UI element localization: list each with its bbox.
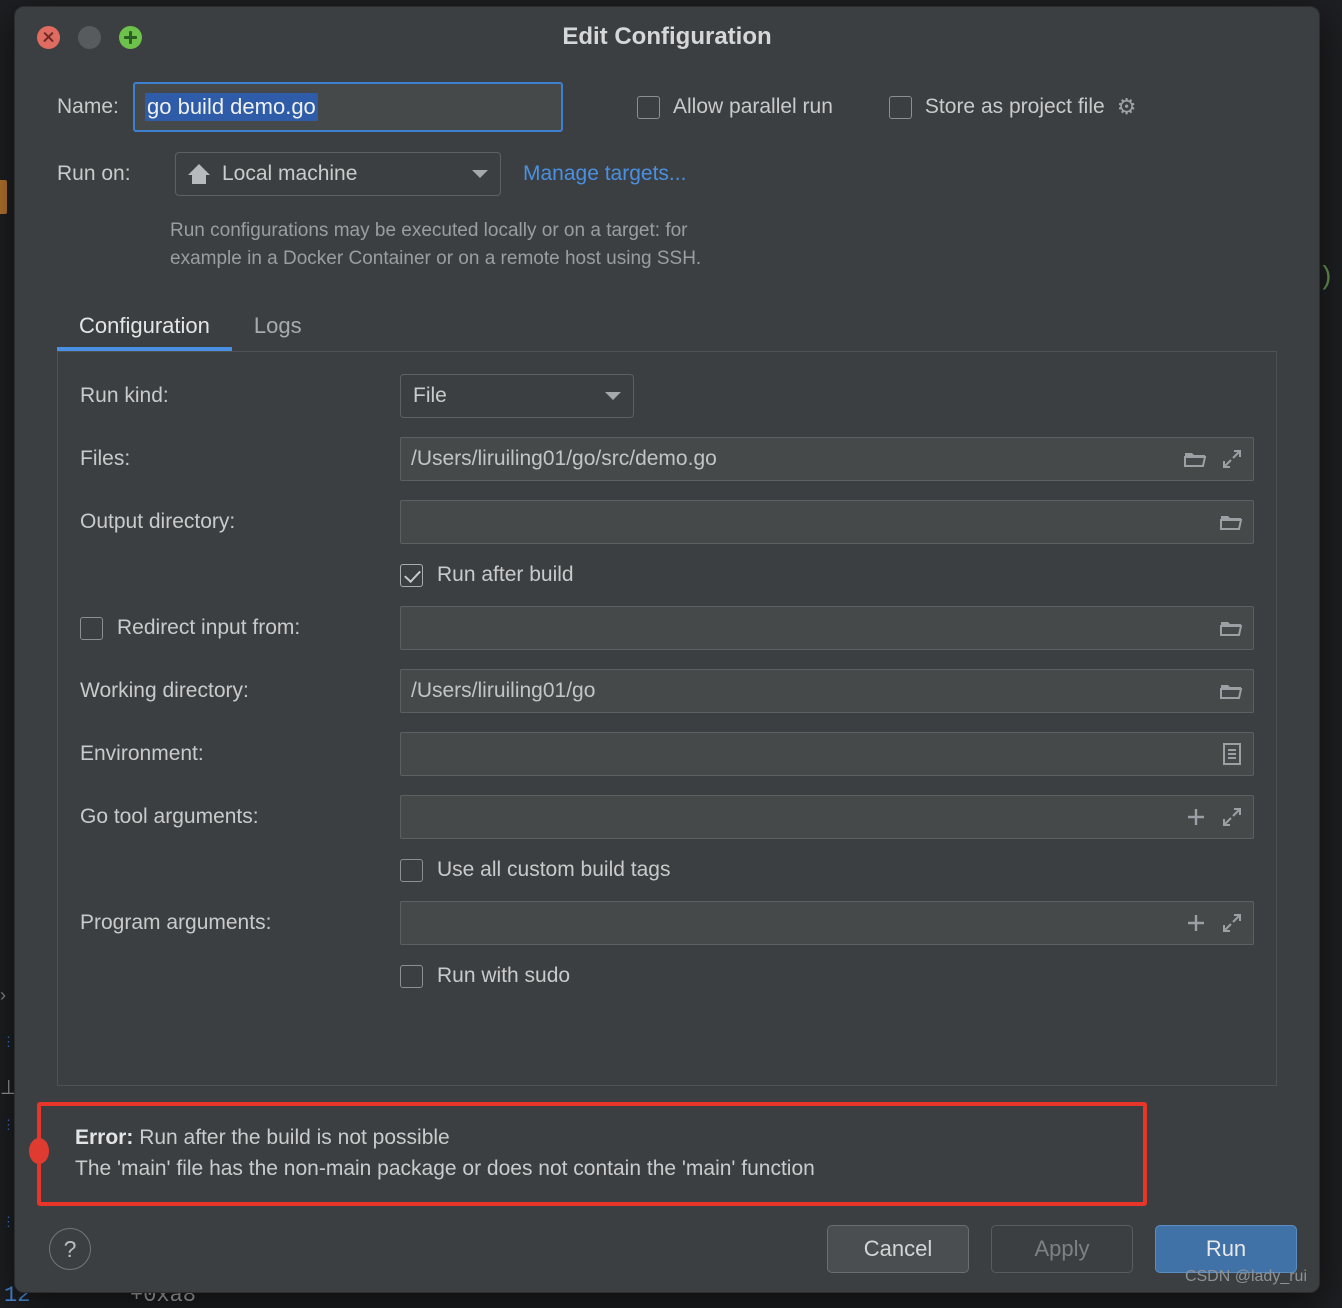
tab-logs[interactable]: Logs [232, 313, 324, 351]
hint-line-2: example in a Docker Container or on a re… [170, 245, 830, 273]
run-on-row: Run on: Local machine Manage targets... [15, 149, 1319, 199]
redirect-input-row: Redirect input from: [80, 606, 1254, 650]
run-kind-value: File [413, 384, 605, 408]
files-value: /Users/liruiling01/go/src/demo.go [411, 447, 1169, 471]
run-with-sudo-row: Run with sudo [80, 964, 1254, 988]
run-after-build-checkbox[interactable]: Run after build [400, 563, 574, 587]
dialog-title: Edit Configuration [15, 23, 1319, 51]
edit-configuration-dialog: Edit Configuration Name: go build demo.g… [14, 6, 1320, 1293]
run-on-label: Run on: [57, 162, 175, 186]
redirect-input-label: Redirect input from: [117, 616, 300, 640]
run-kind-select[interactable]: File [400, 374, 634, 418]
expand-icon[interactable] [1221, 806, 1243, 828]
files-input[interactable]: /Users/liruiling01/go/src/demo.go [400, 437, 1254, 481]
error-line-1: Error: Run after the build is not possib… [75, 1122, 1123, 1153]
checkbox-box [889, 96, 912, 119]
working-directory-input[interactable]: /Users/liruiling01/go [400, 669, 1254, 713]
error-line-2: The 'main' file has the non-main package… [75, 1153, 1123, 1184]
dialog-tabs: Configuration Logs [57, 313, 1319, 351]
error-message-box: Error: Run after the build is not possib… [37, 1102, 1147, 1206]
program-arguments-label: Program arguments: [80, 911, 400, 935]
cancel-button[interactable]: Cancel [827, 1225, 969, 1273]
output-directory-input[interactable] [400, 500, 1254, 544]
name-label: Name: [15, 95, 133, 119]
run-configuration-hint: Run configurations may be executed local… [170, 217, 830, 273]
checkbox-box [80, 617, 103, 640]
files-label: Files: [80, 447, 400, 471]
run-kind-row: Run kind: File [80, 374, 1254, 418]
dialog-footer: ? Cancel Apply Run CSDN @lady_rui [15, 1206, 1319, 1292]
files-row: Files: /Users/liruiling01/go/src/demo.go [80, 437, 1254, 481]
program-arguments-input[interactable] [400, 901, 1254, 945]
error-prefix: Error: [75, 1126, 133, 1149]
output-directory-label: Output directory: [80, 510, 400, 534]
error-area: Error: Run after the build is not possib… [37, 1102, 1297, 1206]
allow-parallel-run-label: Allow parallel run [673, 95, 833, 119]
run-kind-label: Run kind: [80, 384, 400, 408]
chevron-down-icon [605, 392, 621, 400]
gear-icon[interactable]: ⚙ [1117, 94, 1137, 120]
configuration-form-panel: Run kind: File Files: /Users/liruiling01… [57, 352, 1277, 1086]
run-with-sudo-checkbox[interactable]: Run with sudo [400, 964, 570, 988]
checkbox-box [400, 965, 423, 988]
folder-icon[interactable] [1219, 512, 1243, 532]
store-as-project-file-checkbox[interactable]: Store as project file [889, 95, 1105, 119]
folder-icon[interactable] [1219, 618, 1243, 638]
run-with-sudo-label: Run with sudo [437, 964, 570, 988]
run-on-value: Local machine [222, 162, 460, 186]
go-tool-arguments-row: Go tool arguments: [80, 795, 1254, 839]
redirect-input-field[interactable] [400, 606, 1254, 650]
environment-label: Environment: [80, 742, 400, 766]
plus-icon[interactable] [1185, 806, 1207, 828]
run-after-build-row: Run after build [80, 563, 1254, 587]
run-button[interactable]: Run [1155, 1225, 1297, 1273]
environment-row: Environment: [80, 732, 1254, 776]
dialog-header: Name: go build demo.go Allow parallel ru… [15, 65, 1319, 273]
working-directory-row: Working directory: /Users/liruiling01/go [80, 669, 1254, 713]
run-after-build-label: Run after build [437, 563, 574, 587]
watermark: CSDN @lady_rui [1185, 1268, 1307, 1286]
folder-icon[interactable] [1183, 449, 1207, 469]
name-row: Name: go build demo.go Allow parallel ru… [15, 79, 1319, 135]
go-tool-arguments-input[interactable] [400, 795, 1254, 839]
name-input-value: go build demo.go [145, 93, 318, 121]
store-as-project-file-label: Store as project file [925, 95, 1105, 119]
background-collapse-chevron: › [0, 985, 6, 1006]
manage-targets-link[interactable]: Manage targets... [523, 162, 686, 186]
help-button[interactable]: ? [49, 1228, 91, 1270]
tab-configuration[interactable]: Configuration [57, 313, 232, 351]
background-breakpoint-marker [0, 180, 7, 214]
use-all-custom-build-tags-checkbox[interactable]: Use all custom build tags [400, 858, 670, 882]
checkbox-box [400, 564, 423, 587]
checkbox-box [400, 859, 423, 882]
hint-line-1: Run configurations may be executed local… [170, 217, 830, 245]
working-directory-label: Working directory: [80, 679, 400, 703]
error-indicator-dot [29, 1138, 49, 1164]
name-input[interactable]: go build demo.go [133, 82, 563, 132]
dialog-titlebar: Edit Configuration [15, 7, 1319, 65]
plus-icon[interactable] [1185, 912, 1207, 934]
allow-parallel-run-checkbox[interactable]: Allow parallel run [637, 95, 833, 119]
error-text-1: Run after the build is not possible [133, 1126, 449, 1149]
go-tool-arguments-label: Go tool arguments: [80, 805, 400, 829]
output-directory-row: Output directory: [80, 500, 1254, 544]
program-arguments-row: Program arguments: [80, 901, 1254, 945]
folder-icon[interactable] [1219, 681, 1243, 701]
expand-icon[interactable] [1221, 448, 1243, 470]
working-directory-value: /Users/liruiling01/go [411, 679, 1205, 703]
environment-list-icon[interactable] [1221, 742, 1243, 766]
redirect-input-checkbox[interactable]: Redirect input from: [80, 616, 400, 640]
apply-button: Apply [991, 1225, 1133, 1273]
chevron-down-icon [472, 170, 488, 178]
run-on-select[interactable]: Local machine [175, 152, 501, 196]
use-all-custom-build-tags-label: Use all custom build tags [437, 858, 670, 882]
home-icon [188, 164, 210, 184]
checkbox-box [637, 96, 660, 119]
use-all-custom-build-tags-row: Use all custom build tags [80, 858, 1254, 882]
expand-icon[interactable] [1221, 912, 1243, 934]
environment-input[interactable] [400, 732, 1254, 776]
footer-buttons: Cancel Apply Run [827, 1225, 1297, 1273]
